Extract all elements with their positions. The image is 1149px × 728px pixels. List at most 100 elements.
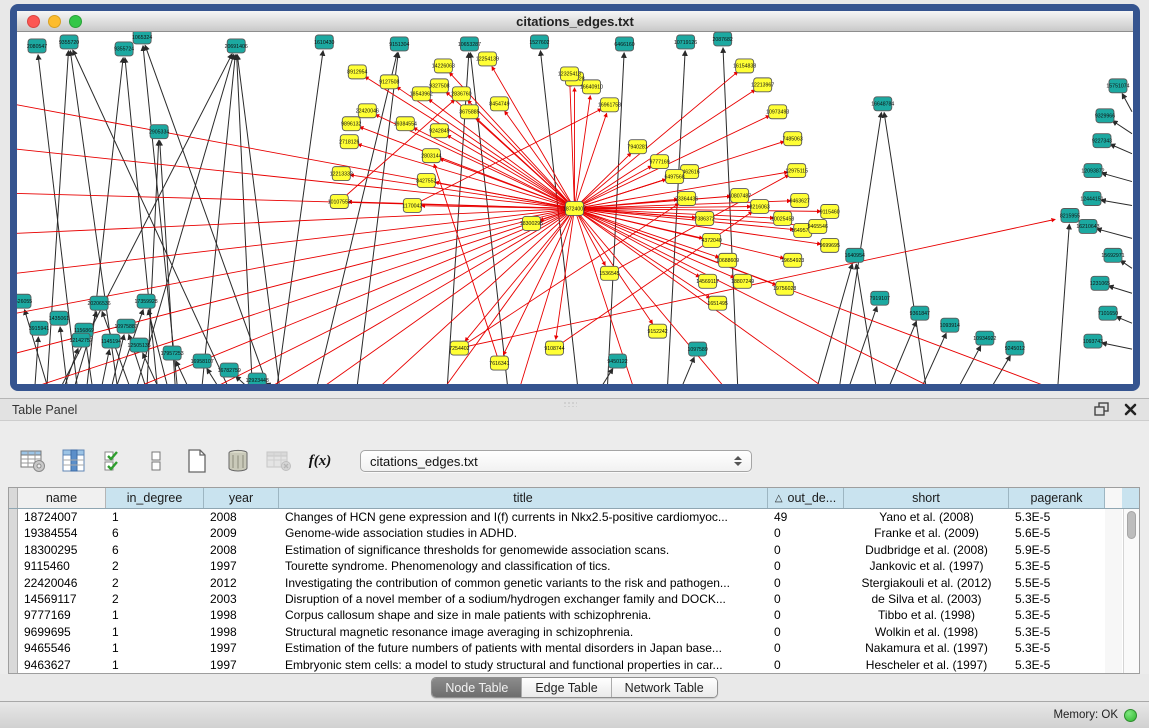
table-cell[interactable]: 0 <box>768 575 844 591</box>
column-header-name[interactable]: name <box>18 488 106 508</box>
table-cell[interactable]: 9699695 <box>18 624 106 640</box>
table-cell[interactable]: 2 <box>106 575 204 591</box>
table-cell[interactable]: 0 <box>768 607 844 623</box>
table-cell[interactable]: 0 <box>768 657 844 673</box>
memory-status-dot[interactable] <box>1124 709 1137 722</box>
table-cell[interactable]: 22420046 <box>18 575 106 591</box>
close-panel-icon[interactable] <box>1124 403 1137 416</box>
table-cell[interactable]: 2012 <box>204 575 279 591</box>
table-cell[interactable]: 49 <box>768 509 844 525</box>
table-cell[interactable]: 2008 <box>204 509 279 525</box>
table-cell[interactable]: Investigating the contribution of common… <box>279 575 768 591</box>
table-cell[interactable]: 5.9E-5 <box>1009 542 1105 558</box>
table-cell[interactable]: 1997 <box>204 640 279 656</box>
function-builder-icon[interactable]: f(x) <box>305 447 335 475</box>
table-cell[interactable]: 5.3E-5 <box>1009 591 1105 607</box>
table-cell[interactable]: Wolkin et al. (1998) <box>844 624 1009 640</box>
table-cell[interactable]: 2009 <box>204 525 279 541</box>
column-header-in-degree[interactable]: in_degree <box>106 488 204 508</box>
table-row[interactable]: 911546021997Tourette syndrome. Phenomeno… <box>9 558 1139 574</box>
table-cell[interactable]: 9777169 <box>18 607 106 623</box>
column-select-icon[interactable] <box>59 447 89 475</box>
table-cell[interactable]: 5.6E-5 <box>1009 525 1105 541</box>
table-cell[interactable]: Estimation of the future numbers of pati… <box>279 640 768 656</box>
window-titlebar[interactable]: citations_edges.txt <box>17 11 1133 32</box>
table-cell[interactable]: Nakamura et al. (1997) <box>844 640 1009 656</box>
table-cell[interactable]: 0 <box>768 525 844 541</box>
table-cell[interactable]: 6 <box>106 542 204 558</box>
split-pane-grip[interactable] <box>563 401 577 407</box>
table-cell[interactable]: 5.3E-5 <box>1009 657 1105 673</box>
table-row[interactable]: 1872400712008Changes of HCN gene express… <box>9 509 1139 525</box>
table-cell[interactable]: 1 <box>106 657 204 673</box>
table-row[interactable]: 946362711997Embryonic stem cells: a mode… <box>9 657 1139 673</box>
table-cell[interactable]: 1998 <box>204 624 279 640</box>
table-cell[interactable]: Disruption of a novel member of a sodium… <box>279 591 768 607</box>
table-cell[interactable]: 0 <box>768 640 844 656</box>
table-cell[interactable]: 1 <box>106 509 204 525</box>
table-cell[interactable]: 9463627 <box>18 657 106 673</box>
show-columns-icon[interactable] <box>100 447 130 475</box>
table-cell[interactable]: 1 <box>106 640 204 656</box>
table-cell[interactable]: 6 <box>106 525 204 541</box>
column-header-out-degree[interactable]: △ out_de... <box>768 488 844 508</box>
table-selector-dropdown[interactable]: citations_edges.txt <box>360 450 752 472</box>
table-cell[interactable]: 1997 <box>204 657 279 673</box>
tab-edge-table[interactable]: Edge Table <box>521 678 610 697</box>
table-cell[interactable]: 9115460 <box>18 558 106 574</box>
table-cell[interactable]: 19384554 <box>18 525 106 541</box>
create-column-icon[interactable] <box>182 447 212 475</box>
table-cell[interactable]: 18724007 <box>18 509 106 525</box>
table-cell[interactable]: 18300295 <box>18 542 106 558</box>
column-header-year[interactable]: year <box>204 488 279 508</box>
table-cell[interactable]: 0 <box>768 624 844 640</box>
table-cell[interactable]: de Silva et al. (2003) <box>844 591 1009 607</box>
table-row[interactable]: 1456911722003Disruption of a novel membe… <box>9 591 1139 607</box>
table-cell[interactable]: 1 <box>106 624 204 640</box>
row-options-icon[interactable] <box>141 447 171 475</box>
table-cell[interactable]: 1 <box>106 607 204 623</box>
minimize-window-icon[interactable] <box>48 15 61 28</box>
column-header-pagerank[interactable]: pagerank <box>1009 488 1105 508</box>
table-cell[interactable]: 5.5E-5 <box>1009 575 1105 591</box>
table-cell[interactable]: 2008 <box>204 542 279 558</box>
table-cell[interactable]: Jankovic et al. (1997) <box>844 558 1009 574</box>
table-cell[interactable]: Corpus callosum shape and size in male p… <box>279 607 768 623</box>
table-cell[interactable]: 0 <box>768 558 844 574</box>
table-cell[interactable]: 5.3E-5 <box>1009 624 1105 640</box>
table-row[interactable]: 1938455462009Genome-wide association stu… <box>9 525 1139 541</box>
table-cell[interactable]: 2 <box>106 591 204 607</box>
table-cell[interactable]: 2 <box>106 558 204 574</box>
close-window-icon[interactable] <box>27 15 40 28</box>
table-cell[interactable]: Hescheler et al. (1997) <box>844 657 1009 673</box>
float-panel-icon[interactable] <box>1094 402 1110 417</box>
table-cell[interactable]: Genome-wide association studies in ADHD. <box>279 525 768 541</box>
table-row[interactable]: 946554611997Estimation of the future num… <box>9 640 1139 656</box>
delete-column-icon[interactable] <box>223 447 253 475</box>
table-cell[interactable]: Embryonic stem cells: a model to study s… <box>279 657 768 673</box>
table-cell[interactable]: Dudbridge et al. (2008) <box>844 542 1009 558</box>
table-cell[interactable]: 1998 <box>204 607 279 623</box>
table-row[interactable]: 2242004622012Investigating the contribut… <box>9 575 1139 591</box>
table-cell[interactable]: 0 <box>768 591 844 607</box>
table-row[interactable]: 969969511998Structural magnetic resonanc… <box>9 624 1139 640</box>
network-canvas[interactable]: 1872400718300295891295491275081422606312… <box>17 32 1133 384</box>
table-vertical-scrollbar[interactable] <box>1123 509 1139 673</box>
table-cell[interactable]: 5.3E-5 <box>1009 558 1105 574</box>
table-cell[interactable]: 1997 <box>204 558 279 574</box>
column-header-title[interactable]: title <box>279 488 768 508</box>
table-cell[interactable]: 9465546 <box>18 640 106 656</box>
table-cell[interactable]: 5.3E-5 <box>1009 640 1105 656</box>
table-cell[interactable]: 2003 <box>204 591 279 607</box>
table-cell[interactable]: Yano et al. (2008) <box>844 509 1009 525</box>
table-cell[interactable]: Tourette syndrome. Phenomenology and cla… <box>279 558 768 574</box>
table-cell[interactable]: Changes of HCN gene expression and I(f) … <box>279 509 768 525</box>
scrollbar-thumb[interactable] <box>1127 511 1136 539</box>
table-cell[interactable]: Stergiakouli et al. (2012) <box>844 575 1009 591</box>
network-graph[interactable]: 1872400718300295891295491275081422606312… <box>17 32 1133 384</box>
table-cell[interactable]: Tibbo et al. (1998) <box>844 607 1009 623</box>
table-row[interactable]: 977716911998Corpus callosum shape and si… <box>9 607 1139 623</box>
table-cell[interactable]: Franke et al. (2009) <box>844 525 1009 541</box>
table-cell[interactable]: 0 <box>768 542 844 558</box>
table-cell[interactable]: 5.3E-5 <box>1009 607 1105 623</box>
